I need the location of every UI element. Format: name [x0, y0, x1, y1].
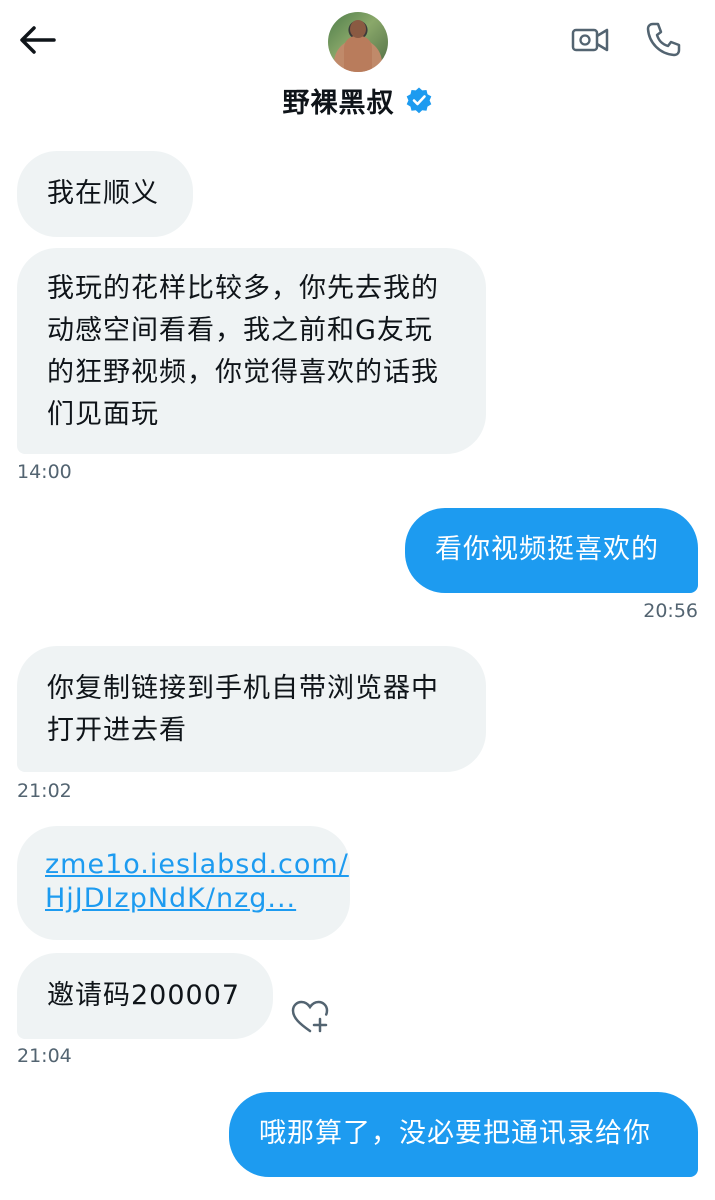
contact-name-row: 野裸黑叔 [0, 80, 715, 120]
message-bubble-outgoing[interactable]: 看你视频挺喜欢的 [405, 508, 698, 593]
message-bubble-incoming[interactable]: 你复制链接到手机自带浏览器中 打开进去看 [17, 646, 486, 772]
message-timestamp: 21:04 [17, 1045, 72, 1067]
message-bubble-link[interactable]: zme1o.ieslabsd.com/ HjJDIzpNdK/nzg... [17, 826, 350, 940]
message-link-line[interactable]: HjJDIzpNdK/nzg... [45, 882, 350, 916]
contact-name[interactable]: 野裸黑叔 [283, 81, 395, 120]
message-bubble-outgoing[interactable]: 哦那算了，没必要把通讯录给你 [229, 1092, 698, 1177]
message-line: 打开进去看 [47, 715, 187, 746]
conversation-header: 野裸黑叔 [0, 0, 715, 135]
avatar[interactable] [328, 12, 388, 72]
avatar-figure-body [344, 36, 372, 72]
message-text: 看你视频挺喜欢的 [435, 534, 659, 565]
message-bubble-incoming[interactable]: 我玩的花样比较多，你先去我的 动感空间看看，我之前和G友玩 的狂野视频，你觉得喜… [17, 248, 486, 454]
video-call-icon[interactable] [570, 22, 610, 58]
message-bubble-incoming[interactable]: 邀请码200007 [17, 953, 273, 1039]
message-timestamp: 14:00 [17, 461, 72, 483]
back-arrow-icon[interactable] [18, 22, 58, 58]
message-line: 我玩的花样比较多，你先去我的 [47, 273, 439, 304]
message-text: 邀请码200007 [47, 980, 241, 1011]
message-timestamp: 20:56 [643, 600, 698, 622]
phone-icon[interactable] [643, 20, 683, 60]
message-line: 你复制链接到手机自带浏览器中 [47, 673, 439, 704]
heart-plus-icon[interactable] [290, 999, 330, 1035]
message-bubble-incoming[interactable]: 我在顺义 [17, 151, 193, 237]
message-text: 哦那算了，没必要把通讯录给你 [259, 1118, 651, 1149]
verified-badge-icon [406, 87, 431, 114]
message-line: 们见面玩 [47, 399, 159, 430]
avatar-figure-head [350, 20, 366, 38]
message-link-line[interactable]: zme1o.ieslabsd.com/ [45, 848, 350, 882]
message-text: 我在顺义 [47, 178, 159, 209]
message-timestamp: 21:02 [17, 780, 72, 802]
message-line: 的狂野视频，你觉得喜欢的话我 [47, 357, 439, 388]
message-line: 动感空间看看，我之前和G友玩 [47, 315, 433, 346]
